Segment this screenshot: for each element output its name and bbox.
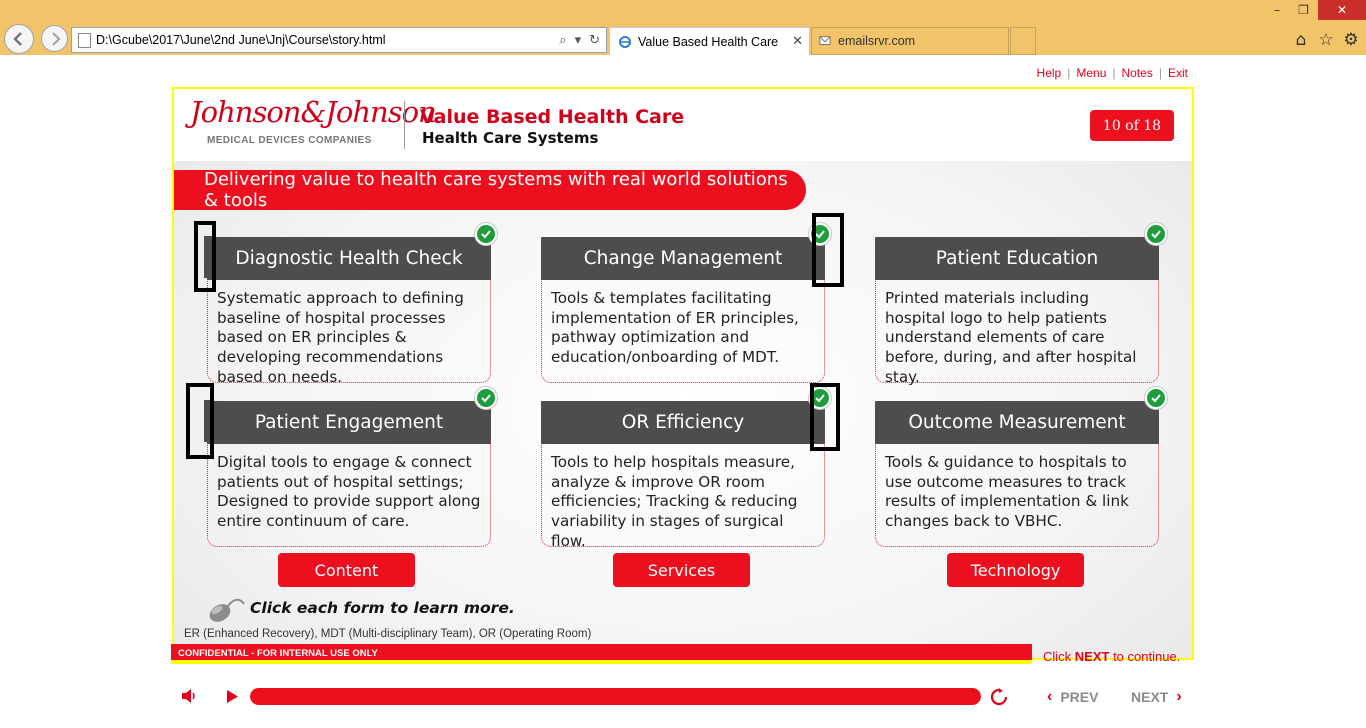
exit-link[interactable]: Exit [1168, 66, 1188, 80]
favorites-icon[interactable]: ☆ [1316, 30, 1336, 50]
jnj-logo: Johnson&Johnson [190, 95, 437, 129]
play-icon[interactable] [225, 689, 239, 704]
dropdown-icon[interactable]: ▾ [575, 33, 582, 48]
check-icon [1145, 387, 1167, 409]
refresh-icon[interactable]: ↻ [589, 33, 600, 48]
annotation-box [194, 221, 216, 292]
card-title: Patient Engagement [207, 401, 491, 444]
close-tab-icon[interactable]: ✕ [792, 33, 803, 49]
course-header: Johnson&Johnson MEDICAL DEVICES COMPANIE… [174, 89, 1192, 161]
back-button[interactable] [4, 24, 34, 54]
mail-icon [818, 34, 832, 48]
tab-label: emailsrvr.com [838, 34, 916, 48]
annotation-box [810, 383, 840, 451]
home-icon[interactable]: ⌂ [1291, 30, 1311, 50]
card-description: Tools & guidance to hospitals to use out… [885, 453, 1129, 531]
prev-button[interactable]: ‹ PREV [1047, 688, 1098, 706]
card-title: Patient Education [875, 237, 1159, 280]
minimize-icon[interactable]: – [1264, 0, 1290, 20]
confidential-text: CONFIDENTIAL - FOR INTERNAL USE ONLY [178, 648, 378, 659]
ie-icon [618, 35, 632, 49]
help-link[interactable]: Help [1037, 66, 1062, 80]
separator: | [1112, 66, 1116, 80]
new-tab-button[interactable] [1010, 27, 1036, 55]
tab-value-based-health-care[interactable]: Value Based Health Care ✕ [609, 27, 810, 55]
check-icon [475, 223, 497, 245]
click-next-hint: Click NEXT to continue. [1043, 649, 1180, 664]
address-bar[interactable]: D:\Gcube\2017\June\2nd June\Jnj\Course\s… [71, 27, 607, 53]
maximize-icon[interactable]: ❐ [1290, 0, 1317, 20]
card-patient-education[interactable]: Patient Education Printed materials incl… [875, 237, 1159, 386]
check-icon [475, 387, 497, 409]
hint-next: NEXT [1074, 649, 1110, 664]
progress-bar[interactable] [250, 688, 981, 705]
back-icon [13, 32, 22, 46]
card-title: OR Efficiency [541, 401, 825, 444]
chevron-left-icon: ‹ [1047, 688, 1053, 705]
top-links: Help | Menu | Notes | Exit [1037, 66, 1188, 80]
check-icon [1145, 223, 1167, 245]
tab-label: Value Based Health Care [638, 34, 779, 49]
settings-icon[interactable]: ⚙ [1341, 30, 1361, 50]
card-description: Tools & templates facilitating implement… [551, 289, 799, 367]
card-title: Change Management [541, 237, 825, 280]
card-diagnostic-health-check[interactable]: Diagnostic Health Check Systematic appro… [207, 237, 491, 386]
progress-fill [250, 688, 981, 705]
hint-pre: Click [1043, 649, 1075, 664]
chevron-right-icon: › [1176, 688, 1182, 705]
close-window-icon[interactable]: ✕ [1318, 0, 1366, 20]
search-icon[interactable]: ⌕ [559, 33, 566, 48]
hint-post: to continue. [1109, 649, 1181, 664]
course-title: Value Based Health Care [420, 106, 685, 128]
address-text[interactable]: D:\Gcube\2017\June\2nd June\Jnj\Course\s… [96, 33, 559, 47]
card-description: Printed materials including hospital log… [885, 289, 1137, 386]
card-description: Tools to help hospitals measure, analyze… [551, 453, 798, 550]
header-divider [404, 101, 405, 149]
footnote: ER (Enhanced Recovery), MDT (Multi-disci… [184, 628, 592, 640]
separator: | [1158, 66, 1162, 80]
annotation-box [812, 213, 844, 287]
card-or-efficiency[interactable]: OR Efficiency Tools to help hospitals me… [541, 401, 825, 550]
confidential-underline [171, 660, 1032, 664]
prev-label: PREV [1060, 689, 1099, 705]
tab-emailsrvr[interactable]: emailsrvr.com [811, 27, 1009, 55]
card-patient-engagement[interactable]: Patient Engagement Digital tools to enga… [207, 401, 491, 547]
technology-button[interactable]: Technology [947, 553, 1084, 587]
card-change-management[interactable]: Change Management Tools & templates faci… [541, 237, 825, 383]
card-description: Digital tools to engage & connect patien… [217, 453, 481, 531]
annotation-box [186, 383, 214, 459]
volume-icon[interactable] [180, 688, 198, 704]
slide-banner: Delivering value to health care systems … [174, 169, 806, 211]
browser-chrome: D:\Gcube\2017\June\2nd June\Jnj\Course\s… [0, 0, 1366, 55]
forward-button[interactable] [41, 25, 68, 52]
mouse-icon [209, 598, 245, 622]
page-icon [78, 33, 91, 48]
card-title: Outcome Measurement [875, 401, 1159, 444]
content-button[interactable]: Content [278, 553, 415, 587]
next-label: NEXT [1131, 689, 1169, 705]
card-description: Systematic approach to defining baseline… [217, 289, 464, 386]
page-indicator: 10 of 18 [1090, 110, 1174, 141]
services-button[interactable]: Services [613, 553, 750, 587]
course-subtitle: Health Care Systems [422, 129, 599, 147]
separator: | [1067, 66, 1071, 80]
next-button[interactable]: NEXT › [1131, 688, 1182, 706]
card-outcome-measurement[interactable]: Outcome Measurement Tools & guidance to … [875, 401, 1159, 547]
menu-link[interactable]: Menu [1076, 66, 1106, 80]
notes-link[interactable]: Notes [1122, 66, 1153, 80]
card-title: Diagnostic Health Check [207, 237, 491, 280]
course-stage: Johnson&Johnson MEDICAL DEVICES COMPANIE… [172, 87, 1194, 660]
instruction-text: Click each form to learn more. [250, 599, 515, 617]
logo-subtitle: MEDICAL DEVICES COMPANIES [207, 135, 372, 146]
replay-icon[interactable] [990, 688, 1008, 706]
forward-icon [51, 31, 61, 46]
